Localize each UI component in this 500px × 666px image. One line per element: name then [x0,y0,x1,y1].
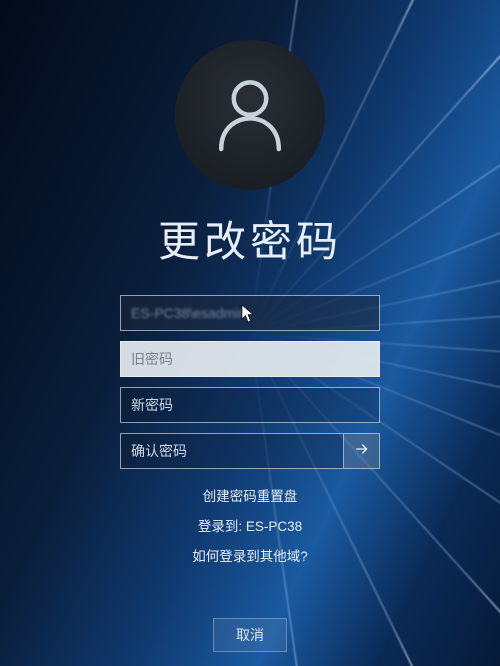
user-icon [205,68,295,163]
confirm-password-placeholder: 确认密码 [131,441,187,461]
new-password-field[interactable]: 新密码 [120,387,380,423]
cancel-button[interactable]: 取消 [213,618,287,652]
page-title: 更改密码 [158,208,342,269]
sign-in-to-label: 登录到: ES-PC38 [198,515,302,535]
confirm-password-field[interactable]: 确认密码 [120,433,344,469]
create-password-reset-disk-link[interactable]: 创建密码重置盘 [203,485,298,505]
submit-button[interactable] [344,433,380,469]
new-password-placeholder: 新密码 [131,395,173,415]
old-password-field[interactable]: 旧密码 [120,341,380,377]
username-field[interactable]: ES-PC38\esadmin [120,295,380,331]
other-domain-help-link[interactable]: 如何登录到其他域? [192,545,308,565]
avatar [175,40,325,190]
username-value: ES-PC38\esadmin [131,305,246,321]
old-password-placeholder: 旧密码 [131,349,173,369]
help-links: 创建密码重置盘 登录到: ES-PC38 如何登录到其他域? [192,485,308,565]
change-password-panel: 更改密码 ES-PC38\esadmin 旧密码 新密码 确认密码 [100,0,400,565]
arrow-right-icon [354,441,370,462]
change-password-form: ES-PC38\esadmin 旧密码 新密码 确认密码 [120,295,380,469]
